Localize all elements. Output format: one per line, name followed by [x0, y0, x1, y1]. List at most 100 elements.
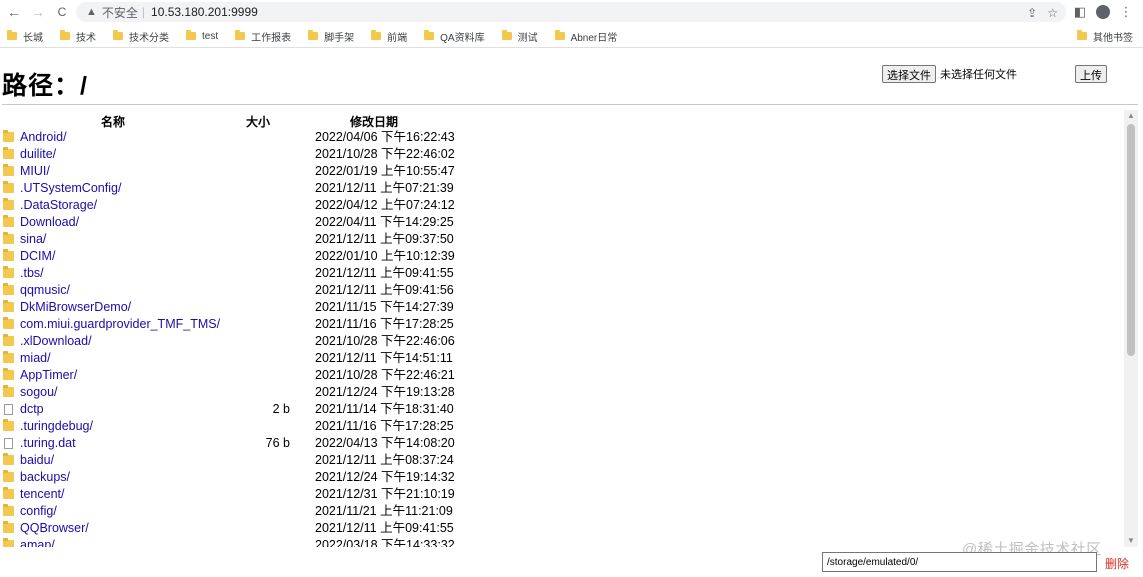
- folder-icon: [3, 368, 14, 380]
- file-row: sina/2021/12/11 上午09:37:50: [0, 231, 1124, 248]
- file-name-link[interactable]: amap/: [20, 537, 55, 547]
- path-input[interactable]: [822, 552, 1097, 572]
- file-row: backups/2021/12/24 下午19:14:32: [0, 469, 1124, 486]
- file-row: DCIM/2022/01/10 上午10:12:39: [0, 248, 1124, 265]
- forward-arrow-icon[interactable]: →: [26, 1, 50, 23]
- file-name-link[interactable]: dctp: [20, 401, 44, 418]
- url-text[interactable]: 10.53.180.201:9999: [151, 5, 258, 19]
- file-modified-date: 2021/12/11 上午09:37:50: [315, 232, 454, 246]
- folder-icon: [3, 487, 14, 499]
- file-row: .xlDownload/2021/10/28 下午22:46:06: [0, 333, 1124, 350]
- choose-file-button[interactable]: 选择文件: [882, 65, 936, 83]
- folder-icon: [3, 521, 14, 533]
- file-modified-date: 2021/12/11 上午09:41:56: [315, 283, 454, 297]
- file-row: baidu/2021/12/11 上午08:37:24: [0, 452, 1124, 469]
- folder-icon: [113, 30, 123, 40]
- file-name-link[interactable]: Download/: [20, 214, 79, 231]
- folder-icon: [3, 232, 14, 244]
- file-name-link[interactable]: AppTimer/: [20, 367, 77, 384]
- scrollbar[interactable]: ▲ ▼: [1124, 110, 1138, 547]
- file-row: duilite/2021/10/28 下午22:46:02: [0, 146, 1124, 163]
- back-arrow-icon[interactable]: ←: [2, 1, 26, 23]
- file-row: AppTimer/2021/10/28 下午22:46:21: [0, 367, 1124, 384]
- file-name-link[interactable]: duilite/: [20, 146, 56, 163]
- file-name-link[interactable]: DCIM/: [20, 248, 55, 265]
- file-name-link[interactable]: miad/: [20, 350, 51, 367]
- file-name-link[interactable]: .turing.dat: [20, 435, 76, 452]
- file-row: miad/2021/12/11 下午14:51:11: [0, 350, 1124, 367]
- folder-icon: [3, 385, 14, 397]
- bookmark-folder[interactable]: QA资料库: [424, 29, 485, 44]
- file-name-link[interactable]: baidu/: [20, 452, 54, 469]
- scroll-down-arrow-icon[interactable]: ▼: [1124, 535, 1138, 547]
- file-row: tencent/2021/12/31 下午21:10:19: [0, 486, 1124, 503]
- file-name-link[interactable]: MIUI/: [20, 163, 50, 180]
- reload-icon[interactable]: C: [50, 1, 74, 23]
- file-name-link[interactable]: backups/: [20, 469, 70, 486]
- bookmark-folder[interactable]: 前端: [371, 29, 407, 44]
- file-name-link[interactable]: QQBrowser/: [20, 520, 89, 537]
- folder-icon: [3, 283, 14, 295]
- file-name-link[interactable]: .DataStorage/: [20, 197, 97, 214]
- file-row: DkMiBrowserDemo/2021/11/15 下午14:27:39: [0, 299, 1124, 316]
- upload-button[interactable]: 上传: [1075, 65, 1107, 83]
- file-modified-date: 2021/11/16 下午17:28:25: [315, 419, 454, 433]
- menu-kebab-icon[interactable]: ⋮: [1116, 2, 1136, 22]
- folder-icon: [3, 453, 14, 465]
- bookmark-folder[interactable]: 技术分类: [113, 29, 169, 44]
- warning-icon[interactable]: ▲: [86, 6, 97, 18]
- file-modified-date: 2021/11/16 下午17:28:25: [315, 317, 454, 331]
- side-panel-icon[interactable]: ◧: [1070, 2, 1090, 22]
- folder-icon: [235, 30, 246, 40]
- column-header-size: 大小: [246, 115, 271, 129]
- file-name-link[interactable]: DkMiBrowserDemo/: [20, 299, 131, 316]
- bookmark-folder[interactable]: 测试: [501, 29, 538, 44]
- file-name-link[interactable]: .UTSystemConfig/: [20, 180, 121, 197]
- bookmark-folder[interactable]: Abner日常: [554, 29, 617, 44]
- file-row: .tbs/2021/12/11 上午09:41:55: [0, 265, 1124, 282]
- scroll-thumb[interactable]: [1127, 124, 1135, 356]
- file-modified-date: 2021/12/11 下午14:51:11: [315, 351, 453, 365]
- file-name-link[interactable]: Android/: [20, 129, 67, 146]
- bookmark-star-icon[interactable]: ☆: [1047, 6, 1058, 20]
- file-name-link[interactable]: com.miui.guardprovider_TMF_TMS/: [20, 316, 220, 333]
- file-row: .turing.dat 76 b 2022/04/13 下午14:08:20: [0, 435, 1124, 452]
- bookmark-folder[interactable]: test: [186, 30, 218, 42]
- bookmark-folder[interactable]: 技术: [60, 29, 96, 44]
- delete-link[interactable]: 删除: [1105, 555, 1129, 572]
- bookmark-folder[interactable]: 脚手架: [308, 29, 354, 44]
- file-row: com.miui.guardprovider_TMF_TMS/2021/11/1…: [0, 316, 1124, 333]
- file-name-link[interactable]: config/: [20, 503, 57, 520]
- share-icon[interactable]: ⇪: [1027, 6, 1037, 20]
- profile-avatar-icon[interactable]: [1093, 2, 1113, 22]
- file-modified-date: 2021/10/28 下午22:46:21: [315, 368, 455, 382]
- security-label[interactable]: 不安全: [102, 4, 138, 21]
- file-modified-date: 2021/11/21 上午11:21:09: [315, 504, 453, 518]
- file-modified-date: 2021/12/11 上午09:41:55: [315, 266, 454, 280]
- page-title: 路径：/: [2, 72, 88, 100]
- file-modified-date: 2022/01/10 上午10:12:39: [315, 249, 455, 263]
- file-name-link[interactable]: .tbs/: [20, 265, 44, 282]
- address-bar[interactable]: ▲ 不安全 | 10.53.180.201:9999 ⇪ ☆: [76, 2, 1066, 22]
- folder-icon: [3, 317, 14, 329]
- folder-icon: [3, 198, 14, 210]
- scroll-up-arrow-icon[interactable]: ▲: [1124, 110, 1138, 122]
- other-bookmarks[interactable]: 其他书签: [1077, 26, 1133, 46]
- file-name-link[interactable]: sogou/: [20, 384, 58, 401]
- file-row: .DataStorage/2022/04/12 上午07:24:12: [0, 197, 1124, 214]
- file-modified-date: 2022/04/11 下午14:29:25: [315, 215, 454, 229]
- folder-icon: [3, 419, 14, 431]
- file-modified-date: 2021/12/11 上午07:21:39: [315, 181, 454, 195]
- file-name-link[interactable]: .turingdebug/: [20, 418, 93, 435]
- no-file-text: 未选择任何文件: [940, 69, 1017, 81]
- file-name-link[interactable]: .xlDownload/: [20, 333, 92, 350]
- file-row: .UTSystemConfig/2021/12/11 上午07:21:39: [0, 180, 1124, 197]
- file-row: sogou/2021/12/24 下午19:13:28: [0, 384, 1124, 401]
- column-header-modified: 修改日期: [350, 115, 399, 129]
- bookmark-folder[interactable]: 工作报表: [235, 29, 291, 44]
- file-name-link[interactable]: sina/: [20, 231, 46, 248]
- file-name-link[interactable]: tencent/: [20, 486, 64, 503]
- bookmark-folder[interactable]: 长城: [7, 29, 43, 44]
- file-modified-date: 2022/01/19 上午10:55:47: [315, 164, 455, 178]
- file-name-link[interactable]: qqmusic/: [20, 282, 70, 299]
